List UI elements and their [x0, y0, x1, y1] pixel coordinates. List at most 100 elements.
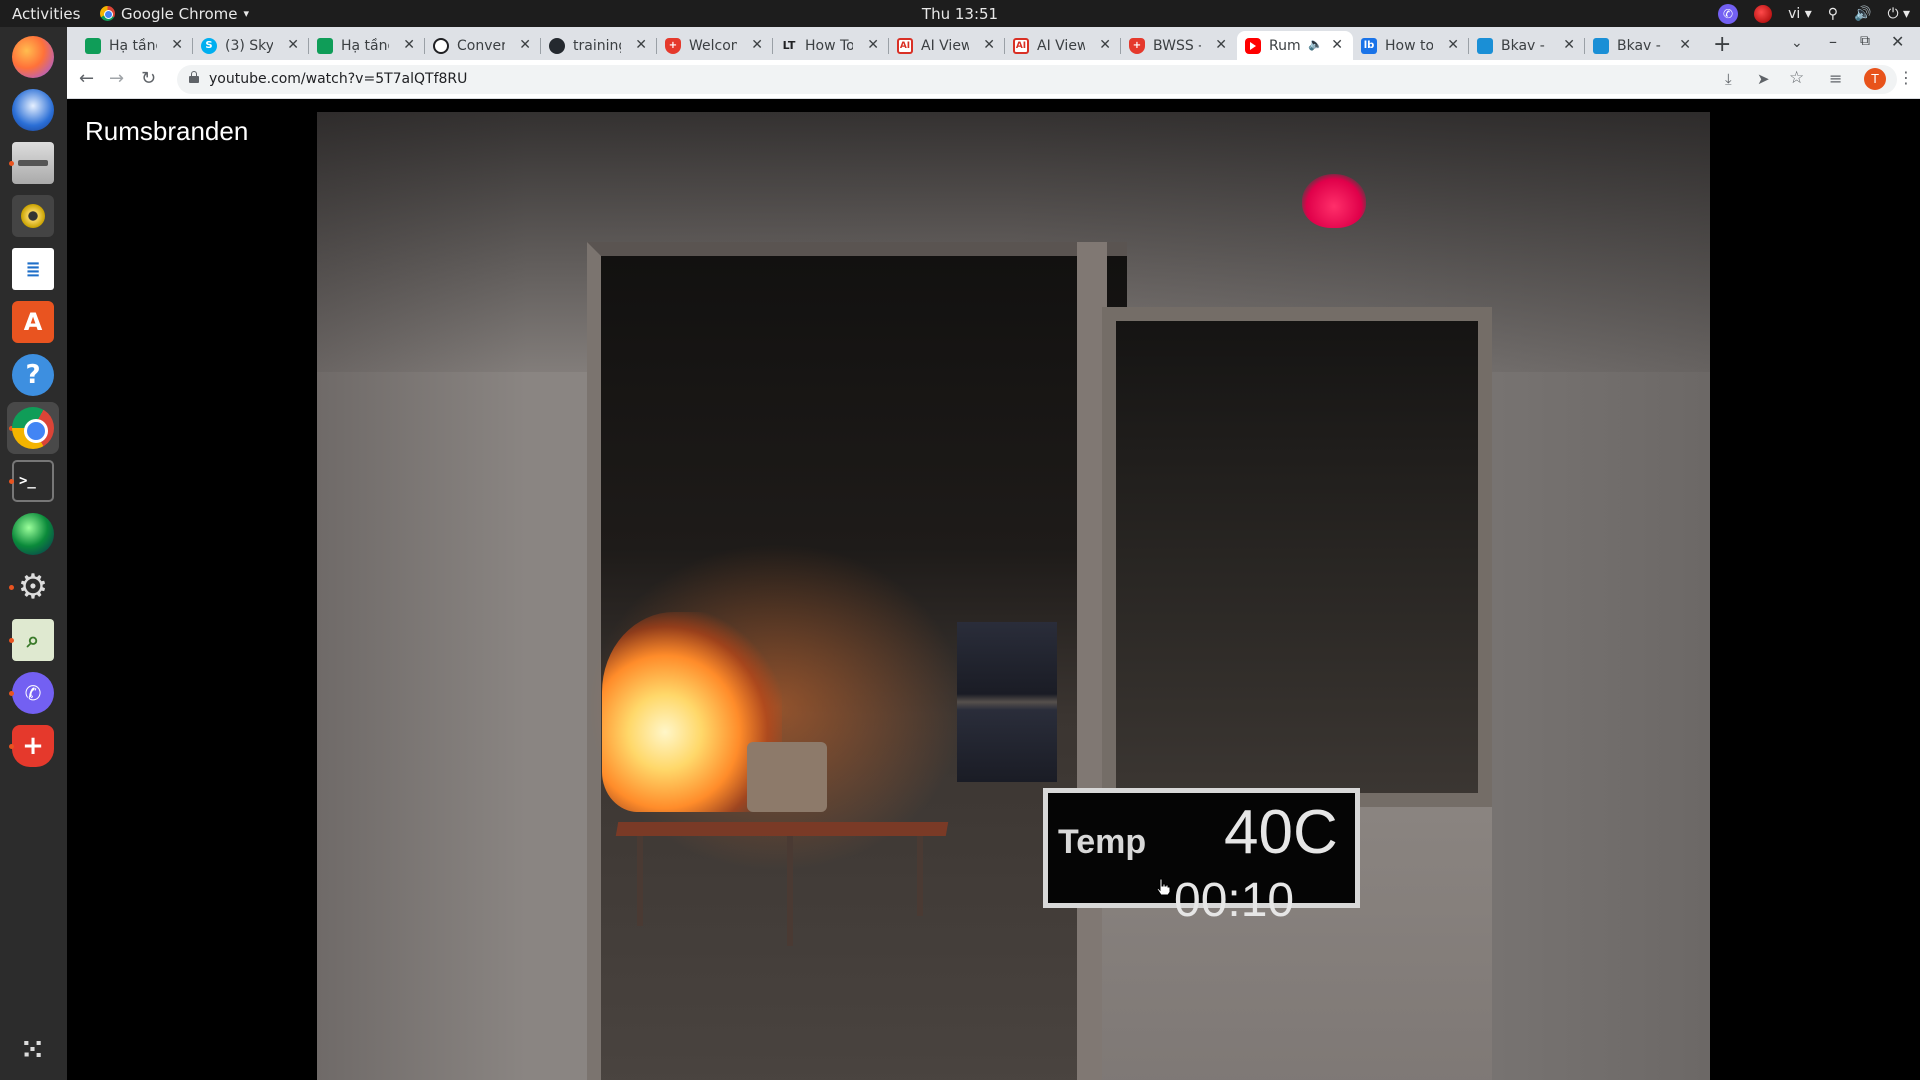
gnome-top-bar: Activities Google Chrome ▾ Thu 13:51 ✆ v…: [0, 0, 1920, 27]
chrome-menu-icon[interactable]: ⋮: [1898, 68, 1914, 87]
speaker-icon[interactable]: 🔈: [1308, 37, 1323, 51]
lock-icon[interactable]: [189, 71, 199, 83]
globe-icon: [12, 513, 54, 555]
bkav-icon: [1593, 37, 1609, 54]
tab[interactable]: S (3) Skype ✕: [193, 31, 309, 60]
shield-icon: +: [665, 37, 681, 54]
close-window-button[interactable]: ✕: [1891, 32, 1904, 51]
shield-icon: +: [12, 725, 54, 767]
dock-help[interactable]: ?: [7, 349, 59, 401]
activities-button[interactable]: Activities: [12, 0, 80, 27]
tab-active[interactable]: Rum 🔈 ✕: [1237, 31, 1353, 60]
tab-close-icon[interactable]: ✕: [1679, 37, 1691, 53]
profile-avatar[interactable]: T: [1864, 68, 1886, 90]
video-title: Rumsbranden: [85, 116, 249, 146]
red-ball-tray-icon[interactable]: [1754, 4, 1773, 23]
software-store-icon: A: [12, 301, 54, 343]
dock-rhythmbox[interactable]: [7, 190, 59, 242]
minimize-button[interactable]: –: [1829, 32, 1837, 51]
input-method-menu[interactable]: vi ▾: [1788, 6, 1812, 22]
tab-close-icon[interactable]: ✕: [1331, 37, 1343, 53]
tab[interactable]: AI AI View ✕: [1005, 31, 1121, 60]
tab-close-icon[interactable]: ✕: [635, 37, 647, 53]
tab[interactable]: + BWSS - ✕: [1121, 31, 1237, 60]
tab-close-icon[interactable]: ✕: [751, 37, 763, 53]
tab-title: How To: [805, 37, 853, 54]
tab-close-icon[interactable]: ✕: [171, 37, 183, 53]
tab[interactable]: Bkav - S ✕: [1585, 31, 1701, 60]
dock-chrome[interactable]: [7, 402, 59, 454]
show-applications-button[interactable]: ⁙: [7, 1023, 59, 1075]
dock-thunderbird[interactable]: [7, 84, 59, 136]
tab[interactable]: LT How To ✕: [773, 31, 889, 60]
install-app-icon[interactable]: ⤓: [1725, 70, 1732, 88]
reading-list-icon[interactable]: ≡: [1829, 69, 1842, 88]
tab-close-icon[interactable]: ✕: [1447, 37, 1459, 53]
back-button[interactable]: ←: [79, 68, 94, 89]
tab-close-icon[interactable]: ✕: [983, 37, 995, 53]
tab-title: training: [573, 37, 621, 54]
reload-button[interactable]: ↻: [141, 68, 156, 89]
dock-firefox[interactable]: [7, 31, 59, 83]
new-tab-button[interactable]: +: [1713, 32, 1731, 57]
tab-search-button[interactable]: ⌄: [1791, 35, 1803, 51]
tab-close-icon[interactable]: ✕: [287, 37, 299, 53]
tab[interactable]: AI AI View ✕: [889, 31, 1005, 60]
power-icon[interactable]: ⏻ ▾: [1887, 6, 1910, 22]
forward-button[interactable]: →: [109, 68, 124, 89]
clock-label[interactable]: Thu 13:51: [922, 5, 998, 23]
dock-files[interactable]: [7, 137, 59, 189]
tab[interactable]: Convert ✕: [425, 31, 541, 60]
dock-writer[interactable]: ≣: [7, 243, 59, 295]
bookmark-star-icon[interactable]: ☆: [1789, 68, 1804, 88]
running-indicator: [9, 744, 14, 749]
tab-close-icon[interactable]: ✕: [403, 37, 415, 53]
app-menu-label: Google Chrome: [121, 4, 238, 23]
tab-close-icon[interactable]: ✕: [1563, 37, 1575, 53]
address-bar[interactable]: youtube.com/watch?v=5T7alQTf8RU ⤓ ➤ ☆: [177, 65, 1897, 94]
tab-close-icon[interactable]: ✕: [867, 37, 879, 53]
tab-close-icon[interactable]: ✕: [1215, 37, 1227, 53]
terminal-icon: >_: [12, 460, 54, 502]
dock-tools[interactable]: ⚙: [7, 561, 59, 613]
bookshelf: [957, 622, 1057, 782]
volume-icon[interactable]: 🔊: [1854, 6, 1871, 22]
tab[interactable]: Hạ tầng ✕: [77, 31, 193, 60]
network-icon[interactable]: ⚲: [1828, 6, 1838, 22]
tab-title: Rum: [1269, 37, 1301, 54]
tab[interactable]: training ✕: [541, 31, 657, 60]
dock-scan[interactable]: ⌕: [7, 614, 59, 666]
video-frame[interactable]: Temp 40C 00:10: [317, 112, 1710, 1080]
running-indicator: [9, 161, 14, 166]
url-text[interactable]: youtube.com/watch?v=5T7alQTf8RU: [209, 71, 467, 87]
desk-leg: [917, 836, 923, 916]
browser-tab-strip: Hạ tầng ✕ S (3) Skype ✕ Hạ tầng ✕ Conver…: [67, 27, 1920, 60]
tab-title: How to: [1385, 37, 1433, 54]
dock-software[interactable]: A: [7, 296, 59, 348]
writer-icon: ≣: [12, 248, 54, 290]
tab[interactable]: + Welcome ✕: [657, 31, 773, 60]
youtube-video-player[interactable]: Rumsbranden Temp 40C 00:10: [67, 100, 1920, 1080]
files-icon: [12, 142, 54, 184]
app-menu[interactable]: Google Chrome ▾: [100, 0, 249, 27]
send-to-device-icon[interactable]: ➤: [1757, 70, 1770, 88]
tab[interactable]: lb How to ✕: [1353, 31, 1469, 60]
desk-leg: [787, 836, 793, 946]
activities-label: Activities: [12, 4, 81, 23]
dock-viber[interactable]: ✆: [7, 667, 59, 719]
tab[interactable]: Bkav - S ✕: [1469, 31, 1585, 60]
tab[interactable]: Hạ tầng ✕: [309, 31, 425, 60]
tab-close-icon[interactable]: ✕: [519, 37, 531, 53]
tab-title: Convert: [457, 37, 505, 54]
dock-globe[interactable]: [7, 508, 59, 560]
clock: Thu 13:51: [0, 0, 1920, 27]
tab-title: Welcome: [689, 37, 737, 54]
maximize-button[interactable]: ⧉: [1860, 33, 1870, 49]
app-grid-icon: ⁙: [20, 1032, 46, 1066]
tab-close-icon[interactable]: ✕: [1099, 37, 1111, 53]
temperature-value: 40C: [1224, 798, 1338, 867]
interior-window: [1102, 307, 1492, 807]
dock-terminal[interactable]: >_: [7, 455, 59, 507]
viber-tray-icon[interactable]: ✆: [1718, 3, 1739, 24]
dock-bkav[interactable]: +: [7, 720, 59, 772]
